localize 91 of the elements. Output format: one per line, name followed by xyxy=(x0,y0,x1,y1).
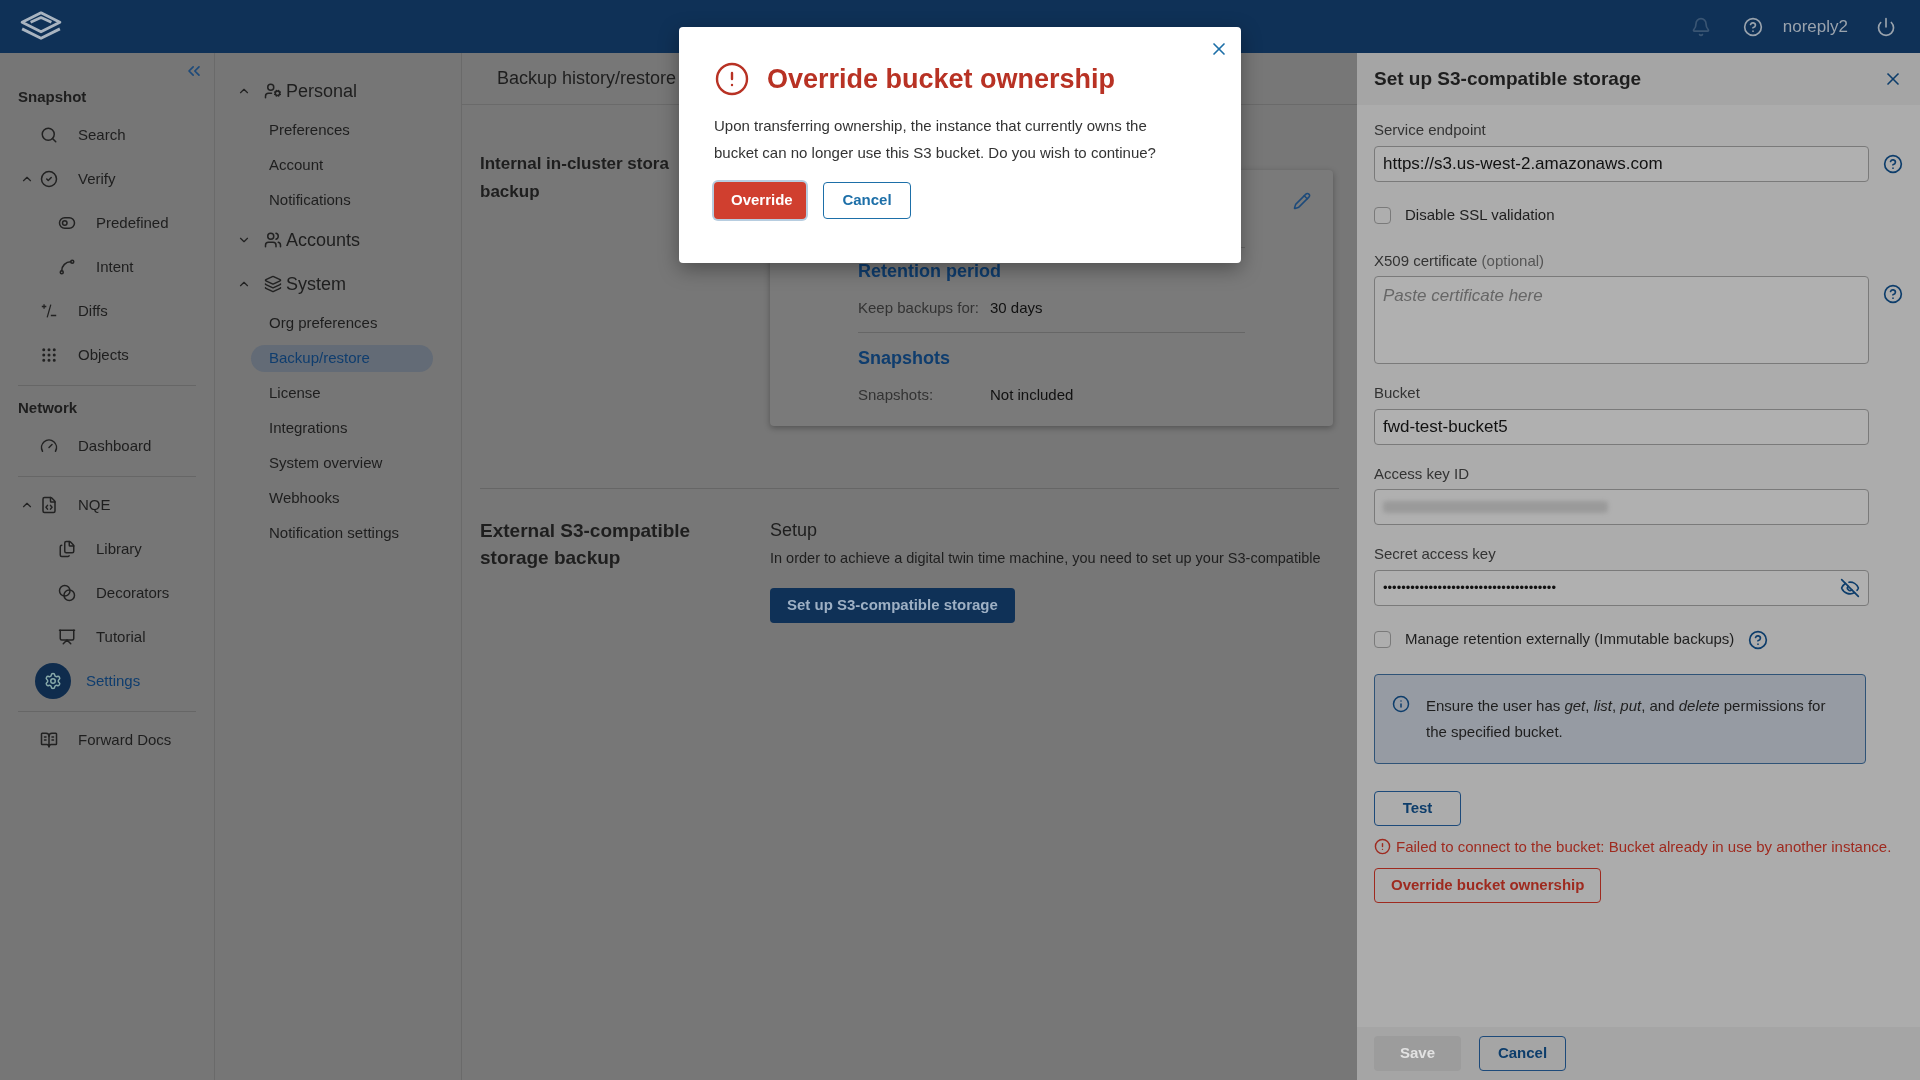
settings-link[interactable]: Preferences xyxy=(251,117,368,144)
nav-item[interactable]: Settings xyxy=(0,659,214,703)
gauge-icon xyxy=(40,437,58,455)
book-icon xyxy=(40,731,58,749)
settings-link[interactable]: Notifications xyxy=(251,187,369,214)
field-value: Not included xyxy=(990,384,1074,405)
nav-item[interactable]: Objects xyxy=(0,333,214,377)
text-field[interactable]: fwd-test-bucket5 xyxy=(1374,408,1869,445)
username[interactable]: noreply2 xyxy=(1782,13,1848,40)
text-field[interactable] xyxy=(1374,489,1869,525)
modal-title: Override bucket ownership xyxy=(767,63,1116,96)
presentation-icon xyxy=(58,628,76,646)
field-label: Secret access key xyxy=(1374,544,1496,564)
nav-item[interactable]: Dashboard xyxy=(0,424,214,468)
section-title: backup xyxy=(480,181,540,203)
nav-item[interactable]: Diffs xyxy=(0,289,214,333)
section-title: External S3-compatible storage backup xyxy=(480,519,692,570)
checkbox-label: Manage retention externally (Immutable backups) xyxy=(1405,629,1735,650)
field-label: Service endpoint xyxy=(1374,120,1486,140)
power-icon[interactable] xyxy=(1876,16,1896,37)
user-gear-icon xyxy=(264,82,282,100)
modal-message: Upon transferring ownership, the instance that currently owns the bucket can no longer use this S3 bucket. Do you wish to continue? xyxy=(714,115,1157,163)
settings-link[interactable]: Integrations xyxy=(251,415,366,442)
text-field[interactable]: https://s3.us-west-2.amazonaws.com xyxy=(1374,145,1869,182)
error-message: Failed to connect to the bucket: Bucket already in use by another instance. xyxy=(1396,836,1892,857)
nav-item[interactable]: Predefined xyxy=(0,201,214,245)
spline-icon xyxy=(58,258,76,276)
settings-link[interactable]: Org preferences xyxy=(251,310,396,337)
field-label: Snapshots: xyxy=(858,384,935,405)
settings-group[interactable]: Accounts xyxy=(215,218,461,262)
setup-button[interactable]: Set up S3-compatible storage xyxy=(770,587,1015,623)
section-heading: Network xyxy=(18,397,79,418)
field-label: X509 certificate (optional) xyxy=(1374,250,1545,271)
settings-link[interactable]: Notification settings xyxy=(251,520,418,547)
code-file-icon xyxy=(40,496,58,514)
help-icon[interactable] xyxy=(1883,153,1903,174)
settings-link[interactable]: Backup/restore xyxy=(251,345,433,372)
modal-button[interactable]: Override xyxy=(714,181,806,219)
section-heading: Snapshot xyxy=(18,86,88,107)
nav-item[interactable]: Verify xyxy=(0,157,214,201)
nav-item[interactable]: NQE xyxy=(0,483,214,527)
settings-link[interactable]: System overview xyxy=(251,450,401,477)
info-icon xyxy=(1392,694,1410,713)
modal-button[interactable]: Cancel xyxy=(823,181,911,219)
section-title: Internal in-cluster stora xyxy=(480,153,669,175)
settings-link[interactable]: Account xyxy=(251,152,342,179)
plus-minus-icon xyxy=(40,302,58,320)
files-icon xyxy=(58,540,76,558)
card-heading: Retention period xyxy=(858,260,1001,283)
nav-item[interactable]: Intent xyxy=(0,245,214,289)
certificate-field[interactable]: Paste certificate here xyxy=(1374,276,1869,364)
setup-description: In order to achieve a digital twin time machine, you need to set up your S3-compatible xyxy=(770,549,1321,568)
settings-link[interactable]: License xyxy=(251,380,339,407)
layers-icon xyxy=(264,275,282,293)
field-label: Access key ID xyxy=(1374,463,1470,484)
search-icon xyxy=(40,126,58,144)
field-label: Bucket xyxy=(1374,383,1420,403)
nav-item[interactable]: Forward Docs xyxy=(0,718,214,762)
checkbox-label: Disable SSL validation xyxy=(1405,205,1555,226)
blend-icon xyxy=(58,584,76,602)
check-circle-icon xyxy=(40,170,58,188)
nav-item[interactable]: Decorators xyxy=(0,571,214,615)
field-label: Keep backups for: xyxy=(858,298,980,318)
alert-icon xyxy=(714,61,750,98)
field-value: 30 days xyxy=(990,298,1043,318)
override-button[interactable]: Override bucket ownership xyxy=(1374,868,1602,903)
settings-link[interactable]: Webhooks xyxy=(251,485,358,512)
toggle-icon xyxy=(58,214,76,232)
checkbox[interactable] xyxy=(1374,631,1391,648)
panel-title: Set up S3-compatible storage xyxy=(1374,66,1642,91)
users-icon xyxy=(264,231,282,249)
nav-item[interactable]: Search xyxy=(0,113,214,157)
test-button[interactable]: Test xyxy=(1374,790,1461,826)
card-heading: Snapshots xyxy=(858,346,950,370)
footer-button[interactable]: Cancel xyxy=(1479,1036,1566,1071)
help-icon[interactable] xyxy=(1742,16,1763,37)
nav-item[interactable]: Tutorial xyxy=(0,615,214,659)
password-field[interactable]: •••••••••••••••••••••••••••••••••••••• xyxy=(1374,569,1869,606)
alert-icon xyxy=(1374,838,1391,856)
help-icon[interactable] xyxy=(1883,284,1903,304)
settings-group[interactable]: Personal xyxy=(215,69,461,113)
settings-group[interactable]: System xyxy=(215,262,461,306)
help-icon[interactable] xyxy=(1748,629,1769,650)
checkbox[interactable] xyxy=(1374,207,1391,224)
settings-icon xyxy=(35,663,71,699)
eye-off-icon[interactable] xyxy=(1840,577,1860,598)
nav-item[interactable]: Library xyxy=(0,527,214,571)
setup-heading: Setup xyxy=(770,519,818,542)
info-text: Ensure the user has get, list, put, and delete permissions for the specified bucket. xyxy=(1426,695,1827,742)
grid-icon xyxy=(40,346,58,364)
tab[interactable]: Backup history/restore xyxy=(497,65,677,92)
